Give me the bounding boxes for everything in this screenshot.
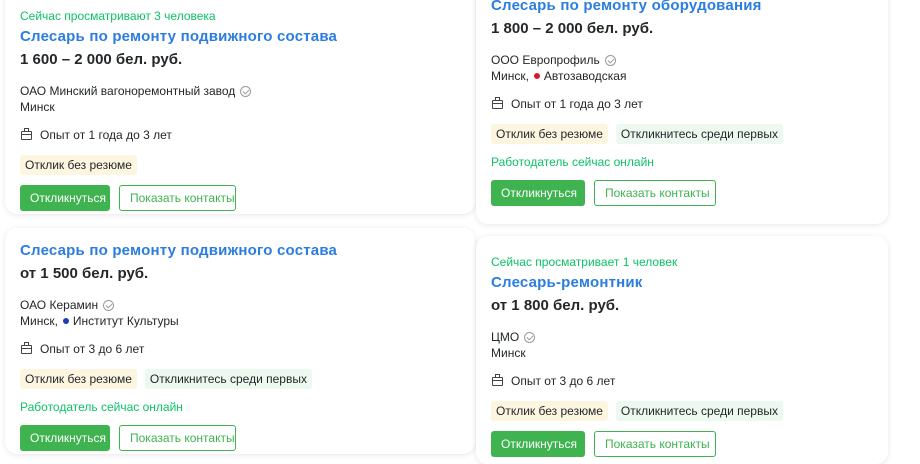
verified-check-icon [604,54,616,66]
respond-button[interactable]: Откликнуться [20,425,110,451]
vacancy-card: Сейчас просматривают 3 человека Слесарь … [5,0,475,214]
metro-dot-icon [533,73,540,79]
respond-button[interactable]: Откликнуться [20,185,110,211]
tag-list: Отклик без резюме [20,155,465,175]
tag-list: Отклик без резюме Откликнитесь среди пер… [491,401,878,421]
respond-button[interactable]: Откликнуться [491,431,585,457]
location-row: Минск, Автозаводская [491,68,878,84]
company-name-link[interactable]: ОАО Керамин [20,297,98,313]
show-contacts-button[interactable]: Показать контакты [119,425,236,451]
city: Минск, [20,314,58,328]
show-contacts-button[interactable]: Показать контакты [594,431,716,457]
company-name-link[interactable]: ЦМО [491,329,519,345]
vacancy-title-link[interactable]: Слесарь по ремонту подвижного состава [20,27,465,47]
company-name-link[interactable]: ОАО Минский вагоноремонтный завод [20,83,235,99]
experience-text: Опыт от 1 года до 3 лет [40,128,172,142]
vacancy-card: Сейчас просматривает 1 человек Слесарь-р… [476,236,888,464]
tag-respond-first: Откликнитесь среди первых [615,124,783,144]
vacancy-salary: от 1 500 бел. руб. [20,265,149,282]
tag-no-resume: Отклик без резюме [491,401,608,421]
briefcase-icon [21,127,32,140]
verified-check-icon [524,331,536,343]
experience-row: Опыт от 3 до 6 лет [20,341,465,357]
metro-station: Автозаводская [543,69,627,83]
location-row: Минск [491,345,878,361]
experience-row: Опыт от 1 года до 3 лет [491,96,878,112]
experience-row: Опыт от 3 до 6 лет [491,373,878,389]
briefcase-icon [21,341,32,354]
show-contacts-button[interactable]: Показать контакты [119,185,236,211]
experience-text: Опыт от 1 года до 3 лет [511,97,643,111]
experience-row: Опыт от 1 года до 3 лет [20,127,465,143]
experience-text: Опыт от 3 до 6 лет [511,374,616,388]
briefcase-icon [492,373,503,386]
vacancy-salary: от 1 800 бел. руб. [491,297,620,314]
tag-no-resume: Отклик без резюме [20,155,137,175]
card-actions: Откликнуться Показать контакты [20,425,465,451]
location-row: Минск [20,99,465,115]
vacancy-salary: 1 600 – 2 000 бел. руб. [20,51,183,68]
verified-check-icon [240,85,252,97]
tag-respond-first: Откликнитесь среди первых [144,369,312,389]
tag-respond-first: Откликнитесь среди первых [615,401,783,421]
vacancy-title-link[interactable]: Слесарь-ремонтник [491,273,878,293]
tag-list: Отклик без резюме Откликнитесь среди пер… [20,369,465,389]
metro-dot-icon [62,318,69,324]
company-row: ЦМО [491,329,878,345]
company-row: ОАО Керамин [20,297,465,313]
card-actions: Откликнуться Показать контакты [20,185,465,211]
company-row: ОАО Минский вагоноремонтный завод [20,83,465,99]
viewers-count: Сейчас просматривает 1 человек [491,255,678,269]
vacancy-card: Слесарь по ремонту оборудования 1 800 – … [476,0,888,224]
company-name-link[interactable]: ООО Европрофиль [491,52,600,68]
show-contacts-button[interactable]: Показать контакты [594,180,716,206]
vacancy-card: Слесарь по ремонту подвижного состава от… [5,228,475,454]
city: Минск [20,100,55,114]
verified-check-icon [103,299,115,311]
city: Минск [491,346,526,360]
card-actions: Откликнуться Показать контакты [491,180,878,206]
vacancy-salary: 1 800 – 2 000 бел. руб. [491,20,654,37]
briefcase-icon [492,96,503,109]
vacancy-title-link[interactable]: Слесарь по ремонту оборудования [491,0,878,16]
employer-online-status: Работодатель сейчас онлайн [20,400,183,414]
experience-text: Опыт от 3 до 6 лет [40,342,145,356]
city: Минск, [491,69,529,83]
viewers-count: Сейчас просматривают 3 человека [20,9,216,23]
tag-no-resume: Отклик без резюме [491,124,608,144]
card-actions: Откликнуться Показать контакты [491,431,878,457]
employer-online-status: Работодатель сейчас онлайн [491,155,654,169]
metro-station: Институт Культуры [72,314,179,328]
tag-list: Отклик без резюме Откликнитесь среди пер… [491,124,878,144]
company-row: ООО Европрофиль [491,52,878,68]
respond-button[interactable]: Откликнуться [491,180,585,206]
tag-no-resume: Отклик без резюме [20,369,137,389]
vacancy-title-link[interactable]: Слесарь по ремонту подвижного состава [20,241,465,261]
location-row: Минск, Институт Культуры [20,313,465,329]
